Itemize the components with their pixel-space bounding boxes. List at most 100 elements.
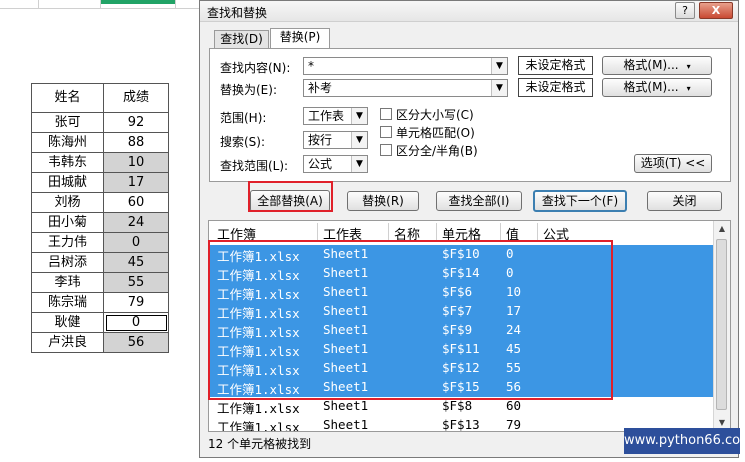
score-cell[interactable]: 88 [103,132,169,153]
replace-button[interactable]: 替换(R) [347,191,419,211]
score-cell[interactable]: 55 [103,272,169,293]
name-cell[interactable]: 韦韩东 [31,152,104,173]
options-button[interactable]: 选项(T) << [634,154,712,173]
help-button[interactable]: ? [675,2,695,19]
column-divider [100,0,101,8]
lookin-select[interactable]: 公式 ▼ [303,155,368,173]
search-value: 按行 [308,133,333,147]
find-what-input[interactable]: * ▼ [303,57,508,75]
score-cell[interactable]: 92 [103,112,169,133]
header-name[interactable]: 姓名 [31,83,104,113]
score-cell[interactable]: 24 [103,212,169,233]
name-cell[interactable]: 田小菊 [31,212,104,233]
score-cell[interactable]: 79 [103,292,169,313]
score-cell[interactable]: 60 [103,192,169,213]
dropdown-arrow-icon: ▾ [686,84,691,93]
score-cell[interactable]: 56 [103,332,169,353]
result-sheet: Sheet1 [323,417,369,432]
find-all-button[interactable]: 查找全部(I) [436,191,522,211]
sheet-column-strip [0,0,205,9]
within-select[interactable]: 工作表 ▼ [303,107,368,125]
chevron-down-icon[interactable]: ▼ [491,80,507,96]
table-row: 刘杨 60 [31,192,169,213]
close-button[interactable]: 关闭 [647,191,722,211]
result-workbook: 工作簿1.xlsx [217,401,300,416]
chevron-down-icon[interactable]: ▼ [351,156,367,172]
result-workbook: 工作簿1.xlsx [217,420,300,432]
replace-all-highlight [248,181,333,212]
close-window-button[interactable]: X [699,2,733,19]
table-row: 王力伟 0 [31,232,169,253]
column-separator [317,223,318,241]
score-cell[interactable]: 0 [103,232,169,253]
replace-with-input[interactable]: 补考 ▼ [303,79,508,97]
name-cell[interactable]: 王力伟 [31,232,104,253]
name-cell[interactable]: 张可 [31,112,104,133]
chevron-down-icon[interactable]: ▼ [351,132,367,148]
score-cell[interactable]: 0 [103,312,169,333]
lookin-label: 查找范围(L): [220,159,289,173]
column-separator [388,223,389,241]
within-value: 工作表 [308,109,345,123]
result-value: 60 [506,398,522,413]
column-separator [537,223,538,241]
result-cell: $F$13 [442,417,480,432]
column-separator [500,223,501,241]
name-cell[interactable]: 陈海州 [31,132,104,153]
name-cell[interactable]: 耿健 [31,312,104,333]
table-row: 吕树添 45 [31,252,169,273]
watermark: www.python66.com [624,428,745,454]
tab-replace[interactable]: 替换(P) [270,28,330,49]
match-byte-checkbox[interactable] [380,144,392,156]
dialog-title: 查找和替换 [207,6,268,20]
replace-format-button[interactable]: 格式(M)... ▾ [602,78,712,97]
find-format-preview: 未设定格式 [518,56,593,75]
dropdown-arrow-icon: ▾ [686,62,691,71]
score-cell[interactable]: 45 [103,252,169,273]
dialog-titlebar[interactable]: 查找和替换 ? X [200,1,738,22]
search-select[interactable]: 按行 ▼ [303,131,368,149]
result-cell: $F$8 [442,398,473,413]
match-case-checkbox[interactable] [380,108,392,120]
scrollbar-thumb[interactable] [716,239,727,410]
lookin-value: 公式 [308,157,333,171]
result-sheet: Sheet1 [323,398,369,413]
table-row: 张可 92 [31,112,169,133]
find-what-value: * [308,59,314,73]
replace-with-value: 补考 [308,81,333,95]
table-row: 田小菊 24 [31,212,169,233]
find-format-button[interactable]: 格式(M)... ▾ [602,56,712,75]
name-cell[interactable]: 陈宗瑞 [31,292,104,313]
chevron-down-icon[interactable]: ▼ [491,58,507,74]
match-byte-label: 区分全/半角(B) [396,144,478,158]
score-cell[interactable]: 17 [103,172,169,193]
column-divider [38,0,39,8]
table-row: 卢洪良 56 [31,332,169,353]
find-next-button[interactable]: 查找下一个(F) [533,190,627,212]
grades-table: 姓名 成绩 张可 92 陈海州 88 韦韩东 10 田城献 17 刘杨 60 田小菊 24 王力伟 0 吕树… [31,83,169,353]
column-separator [436,223,437,241]
replace-tab-panel: 查找内容(N): * ▼ 未设定格式 格式(M)... ▾ 替换为(E): 补考 … [209,48,731,182]
header-score[interactable]: 成绩 [103,83,169,113]
name-cell[interactable]: 刘杨 [31,192,104,213]
score-cell[interactable]: 10 [103,152,169,173]
find-format-label: 格式(M)... [623,58,679,72]
find-what-label: 查找内容(N): [220,61,291,75]
scroll-up-icon[interactable]: ▲ [714,221,730,237]
name-cell[interactable]: 卢洪良 [31,332,104,353]
results-scrollbar[interactable]: ▲ ▼ [713,221,730,431]
name-cell[interactable]: 吕树添 [31,252,104,273]
column-divider [175,0,176,8]
chevron-down-icon[interactable]: ▼ [351,108,367,124]
match-case-label: 区分大小写(C) [396,108,474,122]
selected-column-indicator [100,0,175,4]
table-row: 李玮 55 [31,272,169,293]
tab-find[interactable]: 查找(D) [214,30,269,48]
results-highlight [208,240,613,400]
table-row: 韦韩东 10 [31,152,169,173]
table-row: 耿健 0 [31,312,169,333]
table-row: 陈海州 88 [31,132,169,153]
match-entire-checkbox[interactable] [380,126,392,138]
name-cell[interactable]: 田城献 [31,172,104,193]
name-cell[interactable]: 李玮 [31,272,104,293]
